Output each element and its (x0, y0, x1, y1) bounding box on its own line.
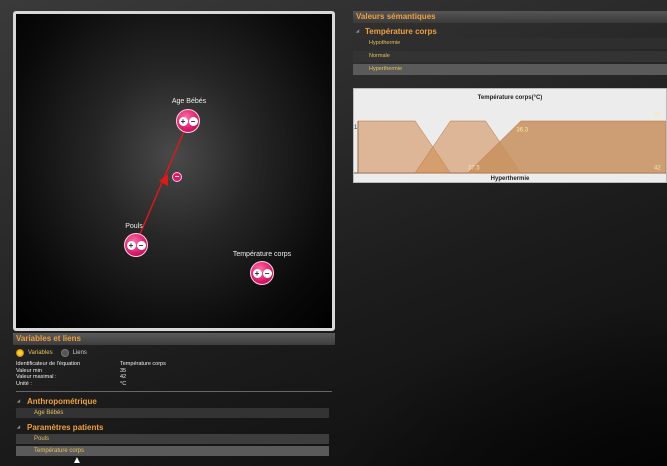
node-age-bebes[interactable]: + − (176, 109, 200, 133)
graph-links (136, 121, 189, 242)
chart-annotation-label: 42 (654, 165, 661, 171)
membership-chart-svg: Température corps(°C) 1 Hyperthermie 36.… (354, 95, 667, 182)
node-minus-button[interactable]: − (136, 240, 146, 250)
node-plus-button[interactable]: + (126, 240, 136, 250)
semantic-values-panel: Valeurs sémantiques Température corps Hy… (353, 11, 667, 75)
liens-tab-label[interactable]: Liens (73, 350, 87, 356)
group-parametres-patients[interactable]: Paramètres patients (13, 423, 335, 432)
node-pouls[interactable]: + − (124, 233, 148, 257)
list-item-pouls[interactable]: Pouls (16, 434, 329, 444)
group-anthropometrique[interactable]: Anthropométrique (13, 397, 335, 406)
chart-annotation-label: 37.5 (468, 165, 480, 171)
property-value: Température corps (120, 361, 166, 367)
property-row: Unité : °C (16, 381, 335, 388)
divider (16, 391, 332, 392)
semantic-value-hypothermie[interactable]: Hypothermie (353, 38, 667, 49)
property-key: Unité : (16, 380, 32, 387)
node-minus-button[interactable]: − (262, 268, 272, 278)
link-remove-button[interactable]: − (172, 172, 182, 182)
variables-radio[interactable] (16, 349, 24, 357)
x-axis-label: Hyperthermie (491, 176, 530, 182)
semantic-value-hyperthermie[interactable]: Hyperthermie (353, 64, 667, 75)
mouse-cursor-icon: ▲ (72, 455, 82, 466)
membership-chart: Température corps(°C) 1 Hyperthermie 36.… (353, 88, 667, 183)
liens-radio[interactable] (60, 349, 69, 357)
semantic-group-temperature[interactable]: Température corps (353, 27, 667, 36)
link-arrow-icon (159, 174, 168, 186)
node-label-pouls: Pouls (125, 223, 143, 230)
series-hyperthermie (467, 120, 667, 174)
node-plus-button[interactable]: + (178, 116, 188, 126)
semantic-panel-title: Valeurs sémantiques (353, 11, 667, 23)
chart-series-group (357, 120, 667, 174)
chart-annotation-label: 42 (654, 112, 661, 118)
variables-tabs: Variables Liens (13, 345, 335, 361)
graph-canvas[interactable]: + − Age Bébés + − Pouls + − Température … (13, 11, 335, 331)
y-tick-label: 1 (354, 125, 358, 131)
semantic-value-normale[interactable]: Normale (353, 51, 667, 62)
node-label-age-bebes: Age Bébés (171, 98, 207, 105)
variables-panel: Variables et liens Variables Liens Ident… (13, 333, 335, 466)
chart-annotation-label: 36.3 (516, 127, 528, 133)
variable-properties: Identificateur de l'équation Température… (13, 361, 335, 387)
node-temperature-corps[interactable]: + − (250, 261, 274, 285)
chart-title: Température corps(°C) (478, 95, 543, 101)
list-item-temperature-corps[interactable]: Température corps (16, 446, 329, 456)
variables-tab-label[interactable]: Variables (28, 350, 53, 356)
node-plus-button[interactable]: + (252, 268, 262, 278)
list-item-age-bebes[interactable]: Age Bébés (16, 408, 329, 418)
node-label-temperature-corps: Température corps (232, 251, 292, 258)
property-value: °C (120, 380, 127, 387)
node-minus-button[interactable]: − (188, 116, 198, 126)
variables-panel-title: Variables et liens (13, 333, 335, 345)
